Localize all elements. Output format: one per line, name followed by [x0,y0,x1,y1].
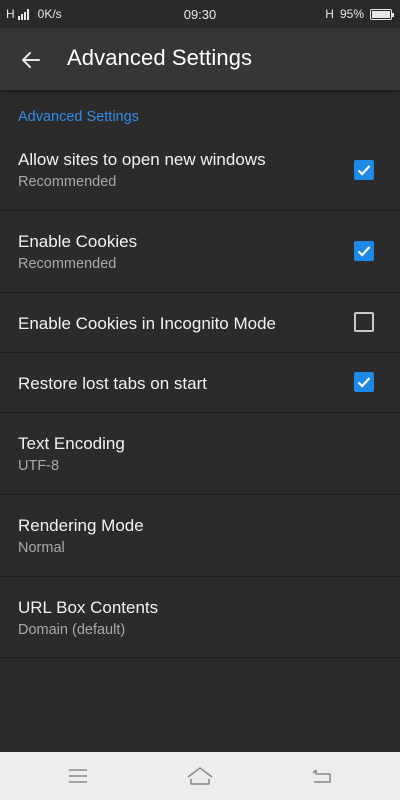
network-type-right: H [325,7,334,21]
setting-summary: UTF-8 [18,458,60,474]
checkbox-checked[interactable] [354,372,374,392]
setting-cookies-incognito[interactable]: Enable Cookies in Incognito Mode [0,293,400,353]
status-right: H 95% [325,7,394,21]
back-nav-icon [312,769,331,783]
setting-enable-cookies[interactable]: Enable Cookies Recommended [0,211,400,293]
back-button[interactable] [14,43,48,77]
checkbox-unchecked[interactable] [354,312,374,332]
app-bar: Advanced Settings [0,28,400,90]
checkbox-checked[interactable] [354,160,374,180]
section-header: Advanced Settings [18,109,139,125]
setting-restore-tabs[interactable]: Restore lost tabs on start [0,353,400,413]
battery-icon [370,8,394,20]
battery-percent: 95% [339,7,364,21]
home-button[interactable] [186,764,214,788]
setting-summary: Normal [18,540,65,556]
check-icon [357,165,371,176]
setting-summary: Recommended [18,256,117,272]
back-nav-button[interactable] [310,764,334,788]
setting-summary: Domain (default) [18,622,126,638]
setting-title: Enable Cookies in Incognito Mode [18,314,276,333]
setting-summary: Recommended [18,174,117,190]
check-icon [357,246,371,257]
setting-title: URL Box Contents [18,598,159,617]
page-title: Advanced Settings [67,45,253,70]
setting-title: Text Encoding [18,434,125,453]
setting-title: Enable Cookies [18,232,138,251]
setting-url-box-contents[interactable]: URL Box Contents Domain (default) [0,577,400,658]
check-icon [357,377,371,388]
menu-button[interactable] [66,764,90,788]
setting-title: Rendering Mode [18,516,144,535]
system-nav-bar [0,752,400,800]
home-icon [187,767,213,785]
setting-text-encoding[interactable]: Text Encoding UTF-8 [0,413,400,495]
setting-allow-new-windows[interactable]: Allow sites to open new windows Recommen… [0,130,400,211]
checkbox-checked[interactable] [354,241,374,261]
setting-title: Restore lost tabs on start [18,374,207,393]
setting-rendering-mode[interactable]: Rendering Mode Normal [0,495,400,577]
status-bar: H 0K/s 09:30 H 95% [0,0,400,28]
menu-icon [69,769,87,783]
setting-title: Allow sites to open new windows [18,150,266,169]
arrow-back-icon [22,52,40,68]
